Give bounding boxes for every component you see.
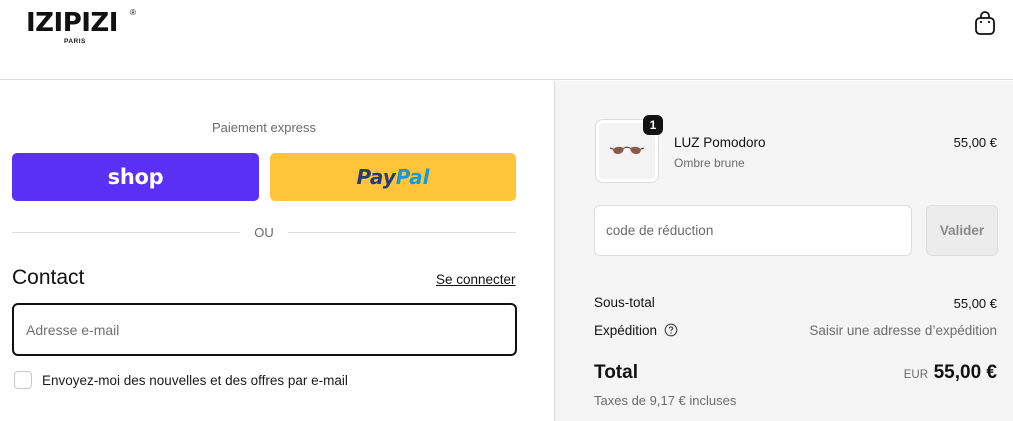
shipping-label: Expédition bbox=[594, 323, 658, 338]
order-summary: 1 LUZ Pomodoro Ombre brune 55,00 € Valid… bbox=[554, 81, 1013, 421]
newsletter-checkbox[interactable] bbox=[14, 371, 32, 389]
paypal-button[interactable]: Pay Pal bbox=[270, 153, 516, 201]
product-name: LUZ Pomodoro bbox=[674, 135, 766, 150]
login-link[interactable]: Se connecter bbox=[436, 272, 516, 287]
product-variant: Ombre brune bbox=[674, 156, 745, 170]
apply-discount-button[interactable]: Valider bbox=[926, 205, 998, 256]
total-value: 55,00 € bbox=[933, 362, 997, 383]
newsletter-label: Envoyez-moi des nouvelles et des offres … bbox=[42, 373, 348, 388]
email-input[interactable] bbox=[12, 303, 517, 356]
taxes-note: Taxes de 9,17 € incluses bbox=[594, 393, 737, 408]
paypal-logo-pay: Pay bbox=[356, 165, 396, 189]
logo-wordmark: IZIPIZI bbox=[26, 8, 118, 38]
checkout-form: Paiement express shop Pay Pal OU Contact … bbox=[0, 81, 554, 421]
paypal-logo-pal: Pal bbox=[395, 165, 430, 189]
header: IZIPIZI ® PARIS bbox=[0, 0, 1013, 80]
shipping-value: Saisir une adresse d’expédition bbox=[809, 323, 997, 338]
help-circle-icon[interactable] bbox=[664, 323, 678, 337]
quantity-badge: 1 bbox=[643, 115, 663, 135]
logo-registered-mark: ® bbox=[130, 8, 136, 17]
contact-heading: Contact bbox=[12, 266, 85, 289]
divider-line-left bbox=[12, 232, 240, 233]
total-label: Total bbox=[594, 362, 638, 383]
total-currency: EUR bbox=[903, 369, 928, 381]
izipizi-logo[interactable]: IZIPIZI ® PARIS bbox=[26, 8, 141, 48]
shop-pay-logo: shop bbox=[107, 165, 164, 189]
shop-pay-button[interactable]: shop bbox=[12, 153, 259, 201]
discount-code-input[interactable] bbox=[594, 205, 912, 256]
divider-or-text: OU bbox=[254, 225, 274, 240]
logo-subtitle: PARIS bbox=[64, 38, 86, 45]
shopping-bag-icon[interactable] bbox=[973, 10, 997, 36]
subtotal-label: Sous-total bbox=[594, 295, 655, 310]
express-checkout-label: Paiement express bbox=[211, 120, 317, 135]
product-price: 55,00 € bbox=[953, 135, 997, 150]
subtotal-value: 55,00 € bbox=[953, 296, 997, 311]
divider-line-right bbox=[288, 232, 516, 233]
